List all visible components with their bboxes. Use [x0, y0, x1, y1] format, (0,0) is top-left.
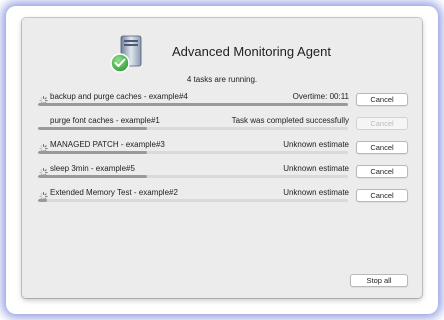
task-progress-fill [38, 175, 147, 178]
task-status: Unknown estimate [283, 164, 349, 173]
task-progress-bar [38, 127, 348, 130]
task-progress-bar [38, 175, 348, 178]
window-title: Advanced Monitoring Agent [172, 44, 331, 59]
stop-all-button[interactable]: Stop all [350, 274, 408, 287]
cancel-button[interactable]: Cancel [356, 93, 408, 106]
task-progress-fill [38, 103, 348, 106]
task-status: Overtime: 00:11 [292, 92, 349, 101]
task-row: MANAGED PATCH - example#3 Unknown estima… [36, 140, 422, 162]
spinner-icon [39, 188, 48, 201]
task-status: Unknown estimate [283, 140, 349, 149]
task-row: purge font caches - example#1 Task was c… [36, 116, 422, 138]
task-status: Unknown estimate [283, 188, 349, 197]
task-row: Extended Memory Test - example#2 Unknown… [36, 188, 422, 210]
cancel-button: Cancel [356, 117, 408, 130]
cancel-button[interactable]: Cancel [356, 165, 408, 178]
task-name: sleep 3min - example#5 [50, 164, 135, 173]
task-status: Task was completed successfully [231, 116, 349, 125]
spinner-icon [39, 140, 48, 153]
task-progress-bar [38, 103, 348, 106]
task-progress-fill [38, 151, 147, 154]
agent-window: Advanced Monitoring Agent 4 tasks are ru… [22, 18, 422, 298]
cancel-button[interactable]: Cancel [356, 189, 408, 202]
task-name: purge font caches - example#1 [50, 116, 160, 125]
task-progress-bar [38, 151, 348, 154]
task-name: backup and purge caches - example#4 [50, 92, 188, 101]
task-progress-fill [38, 199, 48, 202]
task-name: Extended Memory Test - example#2 [50, 188, 178, 197]
task-name: MANAGED PATCH - example#3 [50, 140, 165, 149]
running-summary: 4 tasks are running. [186, 75, 258, 84]
cancel-button[interactable]: Cancel [356, 141, 408, 154]
spinner-icon [39, 92, 48, 105]
task-progress-fill [38, 127, 147, 130]
task-row: backup and purge caches - example#4 Over… [36, 92, 422, 114]
task-row: sleep 3min - example#5 Unknown estimate … [36, 164, 422, 186]
spinner-icon [39, 164, 48, 177]
computer-checkmark-icon [108, 32, 148, 74]
task-progress-bar [38, 199, 348, 202]
